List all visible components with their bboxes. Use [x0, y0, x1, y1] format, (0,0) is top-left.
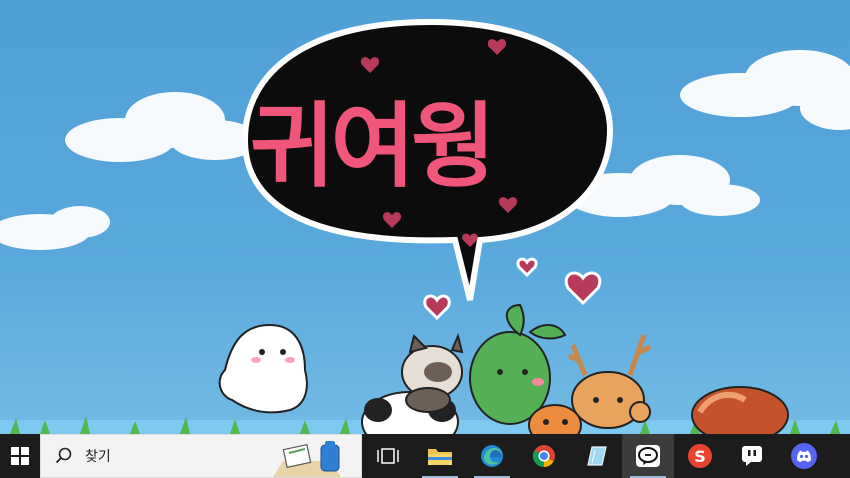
line-icon [636, 445, 660, 467]
discord-icon [791, 443, 817, 469]
taskbar-app-notes[interactable] [570, 434, 622, 478]
taskbar-app-messenger[interactable] [726, 434, 778, 478]
search-placeholder: 찾기 [85, 449, 111, 465]
search-icon [55, 447, 73, 465]
search-box[interactable]: 찾기 [40, 434, 362, 478]
notes-icon [587, 446, 607, 466]
taskbar: 찾기 S [0, 434, 850, 478]
task-view-icon [377, 448, 399, 464]
taskbar-app-file-explorer[interactable] [414, 434, 466, 478]
chat-icon [742, 446, 762, 466]
taskbar-app-s-app[interactable]: S [674, 434, 726, 478]
wallpaper: 귀여웡 [0, 18, 850, 434]
deer-character [568, 334, 652, 429]
folder-icon [428, 449, 452, 465]
taskbar-app-discord[interactable] [778, 434, 830, 478]
windows-icon [11, 447, 29, 465]
taskbar-app-line[interactable] [622, 434, 674, 478]
speech-bubble-text: 귀여웡 [250, 93, 492, 200]
task-view-button[interactable] [362, 434, 414, 478]
taskbar-app-chrome[interactable] [518, 434, 570, 478]
s-app-icon: S [688, 444, 712, 468]
taskbar-app-edge[interactable] [466, 434, 518, 478]
start-button[interactable] [0, 434, 40, 478]
chrome-icon [533, 445, 555, 467]
desktop: 귀여웡 [0, 0, 850, 434]
red-panda-character [691, 386, 789, 434]
ghost-character [218, 323, 308, 414]
search-highlight-illustration-icon [273, 441, 341, 477]
cat-character [401, 332, 464, 413]
svg-text:S: S [694, 447, 706, 466]
edge-icon [481, 445, 503, 467]
